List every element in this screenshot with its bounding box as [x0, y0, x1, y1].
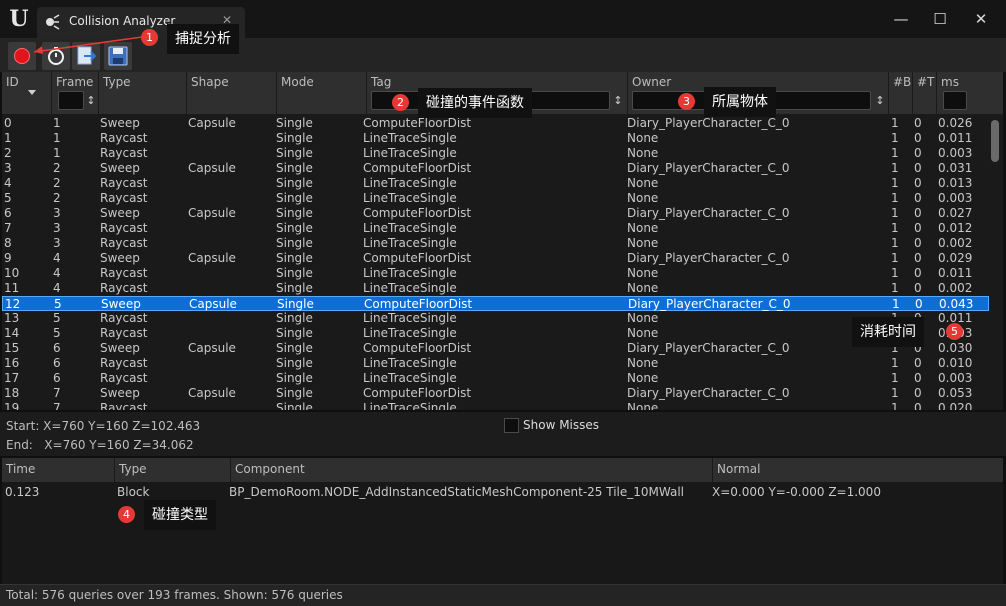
annotation-label-2: 碰撞的事件函数: [418, 88, 532, 118]
annotation-label-4: 碰撞类型: [144, 500, 216, 530]
annotation-label-3: 所属物体: [704, 87, 776, 117]
annotation-label-1: 捕捉分析: [167, 24, 239, 54]
annotation-badge-2: 2: [392, 94, 409, 111]
annotation-badge-1: 1: [141, 29, 158, 46]
annotation-badge-4: 4: [118, 506, 135, 523]
annotation-badge-3: 3: [678, 93, 695, 110]
annotation-label-5: 消耗时间: [852, 317, 924, 347]
annotation-badge-5: 5: [946, 323, 963, 340]
